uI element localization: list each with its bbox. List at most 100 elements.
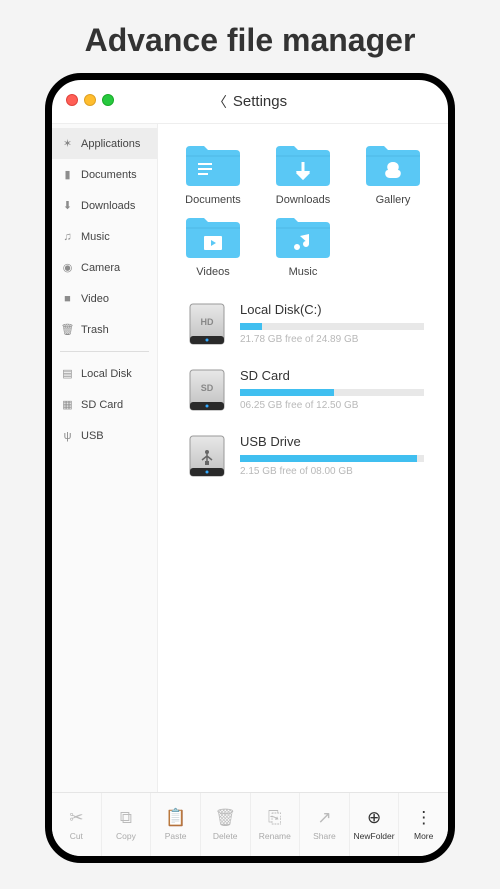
drive-usage-bar (240, 389, 424, 396)
drive-icon: SD (188, 368, 226, 412)
maximize-window-button[interactable] (102, 94, 114, 106)
music-icon: ♫ (61, 230, 74, 243)
chevron-left-icon: 〈 (213, 92, 227, 112)
drive-stats: 06.25 GB free of 12.50 GB (240, 400, 424, 411)
sidebar-item-label: USB (81, 430, 104, 442)
toolbar-label: Paste (165, 831, 187, 841)
folder-videos[interactable]: Videos (170, 214, 256, 278)
rename-button[interactable]: ⎘ Rename (251, 793, 301, 856)
sidebar-item-camera[interactable]: ◉ Camera (52, 252, 157, 283)
folder-icon (184, 142, 242, 188)
rename-icon: ⎘ (268, 808, 282, 828)
drive-info: Local Disk(C:) 21.78 GB free of 24.89 GB (240, 302, 436, 345)
copy-button[interactable]: ⧉ Copy (102, 793, 152, 856)
sidebar-item-label: Downloads (81, 200, 135, 212)
share-icon: ↗ (317, 808, 331, 828)
toolbar-label: Delete (213, 831, 238, 841)
sidebar-item-video[interactable]: ■ Video (52, 283, 157, 314)
drive-name: SD Card (240, 368, 424, 383)
header-title: Settings (233, 93, 287, 110)
sidebar-item-label: Camera (81, 262, 120, 274)
sidebar-item-usb[interactable]: ψUSB (52, 420, 157, 451)
toolbar: ✂ Cut ⧉ Copy 📋 Paste 🗑 Delete ⎘ Rename ↗ Share ⊕ NewF… (52, 792, 448, 856)
folder-documents[interactable]: Documents (170, 142, 256, 206)
sidebar-item-local-disk[interactable]: ▤Local Disk (52, 358, 157, 389)
sidebar-item-applications[interactable]: ✶ Applications (52, 128, 157, 159)
toolbar-label: Share (313, 831, 336, 841)
close-window-button[interactable] (66, 94, 78, 106)
sidebar-item-label: Documents (81, 169, 137, 181)
download-icon: ⬇ (61, 199, 74, 212)
sidebar-item-label: Trash (81, 324, 109, 336)
folder-icon (274, 142, 332, 188)
apps-icon: ✶ (61, 137, 74, 150)
camera-icon: ◉ (61, 261, 74, 274)
paste-button[interactable]: 📋 Paste (151, 793, 201, 856)
folder-grid: Documents Downloads Gallery Videos Music (170, 142, 436, 278)
trash-icon: 🗑 (61, 323, 74, 336)
drive-usage-bar (240, 323, 424, 330)
sidebar-item-label: Applications (81, 138, 140, 150)
drive-icon (188, 434, 226, 478)
folder-gallery[interactable]: Gallery (350, 142, 436, 206)
copy-icon: ⧉ (120, 808, 132, 828)
doc-icon: ▮ (61, 168, 74, 181)
folder-label: Music (289, 266, 318, 278)
toolbar-label: More (414, 831, 433, 841)
folder-icon (364, 142, 422, 188)
drive-sd-card[interactable]: SD SD Card 06.25 GB free of 12.50 GB (188, 368, 436, 412)
cut-icon: ✂ (69, 808, 83, 828)
sidebar-item-trash[interactable]: 🗑 Trash (52, 314, 157, 345)
share-button[interactable]: ↗ Share (300, 793, 350, 856)
drive-info: SD Card 06.25 GB free of 12.50 GB (240, 368, 436, 411)
drive-info: USB Drive 2.15 GB free of 08.00 GB (240, 434, 436, 477)
folder-label: Documents (185, 194, 241, 206)
sidebar-item-downloads[interactable]: ⬇ Downloads (52, 190, 157, 221)
delete-icon: 🗑 (214, 808, 236, 828)
drive-local-disk-c-[interactable]: HD Local Disk(C:) 21.78 GB free of 24.89 G… (188, 302, 436, 346)
drive-icon: HD (188, 302, 226, 346)
drives-list: HD Local Disk(C:) 21.78 GB free of 24.89 G… (170, 302, 436, 478)
drive-stats: 21.78 GB free of 24.89 GB (240, 334, 424, 345)
video-icon: ■ (61, 292, 74, 305)
drive-usage-fill (240, 455, 417, 462)
sidebar-item-music[interactable]: ♫ Music (52, 221, 157, 252)
phone-frame: 〈 Settings ✶ Applications ▮ Documents ⬇ Downl… (45, 73, 455, 863)
drive-stats: 2.15 GB free of 08.00 GB (240, 466, 424, 477)
sidebar-item-documents[interactable]: ▮ Documents (52, 159, 157, 190)
drive-usb-drive[interactable]: USB Drive 2.15 GB free of 08.00 GB (188, 434, 436, 478)
drive-usage-fill (240, 389, 334, 396)
sidebar-item-label: Video (81, 293, 109, 305)
drive-usage-fill (240, 323, 262, 330)
toolbar-label: Copy (116, 831, 136, 841)
back-button[interactable]: 〈 Settings (213, 92, 287, 112)
paste-icon: 📋 (165, 808, 186, 828)
minimize-window-button[interactable] (84, 94, 96, 106)
window-controls (66, 94, 114, 106)
drive-name: Local Disk(C:) (240, 302, 424, 317)
more-icon: ⋮ (415, 808, 432, 828)
content-area: ✶ Applications ▮ Documents ⬇ Downloads ♫ Music ◉… (52, 124, 448, 792)
delete-button[interactable]: 🗑 Delete (201, 793, 251, 856)
toolbar-label: NewFolder (354, 831, 395, 841)
toolbar-label: Rename (259, 831, 291, 841)
page-heading: Advance file manager (0, 0, 500, 73)
newfolder-button[interactable]: ⊕ NewFolder (350, 793, 400, 856)
drive-name: USB Drive (240, 434, 424, 449)
folder-icon (184, 214, 242, 260)
folder-label: Downloads (276, 194, 330, 206)
folder-icon (274, 214, 332, 260)
svg-text:SD: SD (201, 383, 214, 393)
more-button[interactable]: ⋮ More (399, 793, 448, 856)
folder-music[interactable]: Music (260, 214, 346, 278)
folder-label: Gallery (376, 194, 411, 206)
sd-icon: ▦ (61, 398, 74, 411)
sidebar-item-label: Music (81, 231, 110, 243)
folder-label: Videos (196, 266, 229, 278)
toolbar-label: Cut (70, 831, 83, 841)
cut-button[interactable]: ✂ Cut (52, 793, 102, 856)
sidebar-item-sd-card[interactable]: ▦SD Card (52, 389, 157, 420)
newfolder-icon: ⊕ (367, 808, 381, 828)
disk-icon: ▤ (61, 367, 74, 380)
folder-downloads[interactable]: Downloads (260, 142, 346, 206)
